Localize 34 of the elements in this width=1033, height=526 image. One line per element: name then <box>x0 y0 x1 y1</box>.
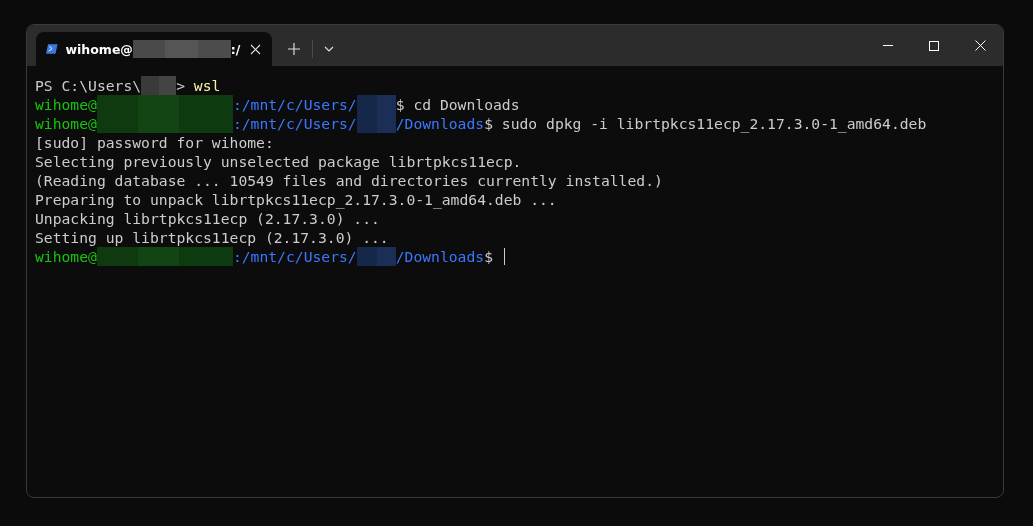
terminal-text: wihome@ <box>35 114 97 133</box>
terminal-text: Selecting previously unselected package librtpkcs11ecp. <box>35 152 522 171</box>
close-icon <box>249 43 261 55</box>
terminal-text: Unpacking librtpkcs11ecp (2.17.3.0) ... <box>35 209 380 228</box>
terminal-text: $ sudo dpkg -i librtpkcs11ecp_2.17.3.0-1_amd64.deb <box>484 114 927 133</box>
terminal-text: :/mnt/c/Users/ <box>232 247 357 266</box>
text-cursor <box>503 248 505 265</box>
terminal-text: Preparing to unpack librtpkcs11ecp_2.17.3.0-1_amd64.deb ... <box>35 190 557 209</box>
terminal-tab[interactable]: wihome@ :/ <box>36 32 272 66</box>
terminal-text: (Reading database ... 10549 files and directories currently installed.) <box>35 171 663 190</box>
terminal-text: :/mnt/c/Users/ <box>232 95 357 114</box>
terminal-text: Setting up librtpkcs11ecp (2.17.3.0) ... <box>35 228 389 247</box>
redaction-block <box>356 95 396 114</box>
maximize-icon <box>929 40 939 51</box>
redaction-block <box>356 247 396 266</box>
terminal-text: wihome@ <box>35 247 97 266</box>
terminal-text: PS C:\Users\ <box>35 76 142 95</box>
close-icon <box>974 40 986 51</box>
terminal-text: :/mnt/c/Users/ <box>232 114 357 133</box>
chevron-down-icon <box>324 46 334 52</box>
minimize-icon <box>883 45 893 46</box>
terminal-text: > <box>176 76 186 95</box>
terminal-text: $ cd Downloads <box>395 95 520 114</box>
terminal-text: /Downloads <box>395 247 485 266</box>
tab-title: wihome@ <box>65 41 133 57</box>
tab-title: :/ <box>230 41 241 57</box>
plus-icon <box>288 43 300 55</box>
terminal-text: /Downloads <box>395 114 485 133</box>
terminal-text: wsl <box>193 76 221 95</box>
terminal-text: $ <box>484 247 494 266</box>
terminal-text: wihome@ <box>35 95 97 114</box>
powershell-icon <box>46 42 58 56</box>
redaction-block <box>356 114 396 133</box>
terminal-text: [sudo] password for wihome: <box>35 133 274 152</box>
